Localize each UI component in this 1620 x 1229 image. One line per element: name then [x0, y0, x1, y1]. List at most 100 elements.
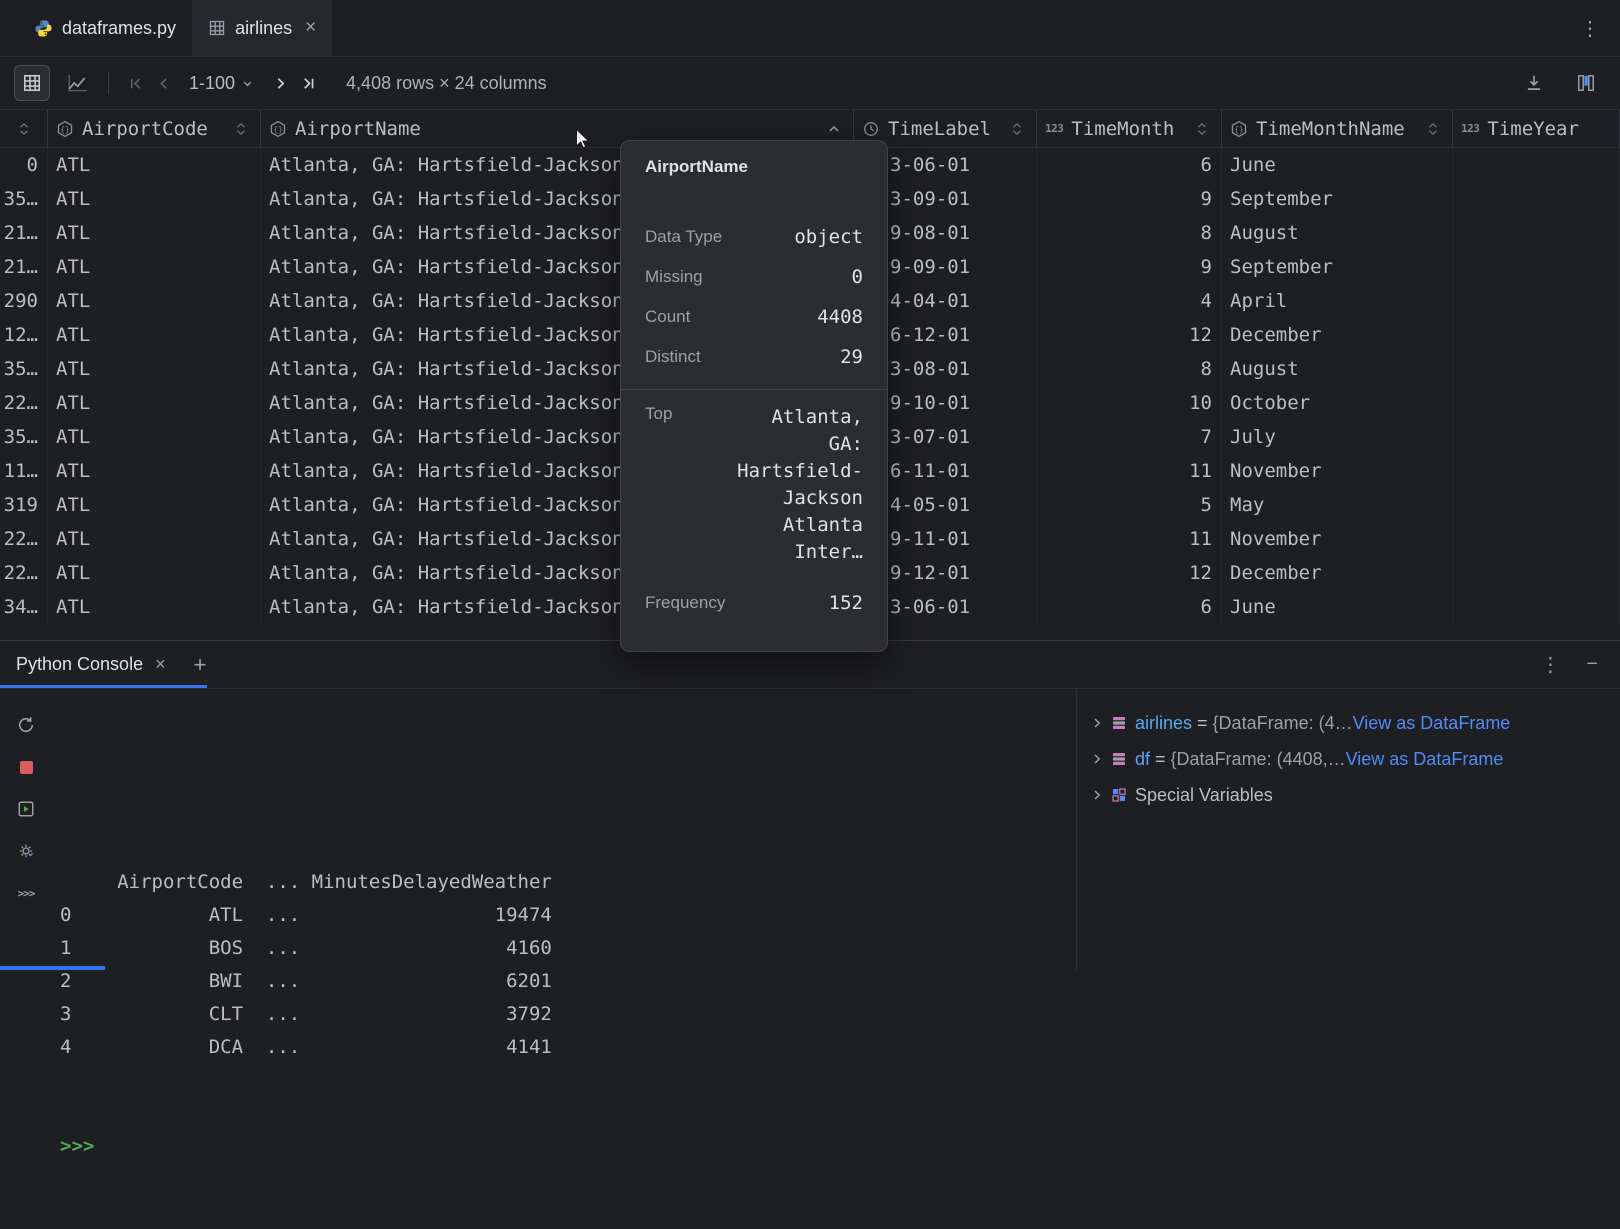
tab-airlines[interactable]: airlines [192, 0, 332, 56]
add-console-button[interactable] [194, 652, 207, 678]
cell-time-year[interactable] [1453, 318, 1620, 352]
cell-time-year[interactable] [1453, 590, 1620, 624]
cell-time-month[interactable]: 12 [1037, 318, 1222, 352]
cell-row-index[interactable]: 35… [0, 420, 48, 454]
cell-airport-code[interactable]: ATL [48, 488, 261, 522]
console-prompt[interactable]: >>> [60, 1130, 552, 1163]
expand-chevron-icon[interactable] [1089, 787, 1105, 803]
column-header-row-index[interactable] [0, 110, 48, 147]
cell-time-month-name[interactable]: August [1222, 216, 1453, 250]
cell-row-index[interactable]: 35… [0, 182, 48, 216]
cell-airport-code[interactable]: ATL [48, 556, 261, 590]
cell-time-month-name[interactable]: September [1222, 182, 1453, 216]
tab-options-kebab-icon[interactable] [1580, 16, 1600, 41]
cell-time-year[interactable] [1453, 522, 1620, 556]
cell-row-index[interactable]: 319 [0, 488, 48, 522]
cell-time-year[interactable] [1453, 420, 1620, 454]
cell-row-index[interactable]: 34… [0, 590, 48, 624]
tab-dataframes-py[interactable]: dataframes.py [18, 0, 192, 56]
cell-time-month-name[interactable]: August [1222, 352, 1453, 386]
cell-time-year[interactable] [1453, 182, 1620, 216]
prev-page-button[interactable] [149, 69, 177, 97]
cell-time-year[interactable] [1453, 352, 1620, 386]
cell-time-month[interactable]: 6 [1037, 590, 1222, 624]
cell-row-index[interactable]: 22… [0, 386, 48, 420]
cell-airport-code[interactable]: ATL [48, 148, 261, 182]
export-download-button[interactable] [1516, 65, 1552, 101]
cell-row-index[interactable]: 35… [0, 352, 48, 386]
cell-row-index[interactable]: 0 [0, 148, 48, 182]
cell-row-index[interactable]: 290 [0, 284, 48, 318]
chart-view-button[interactable] [60, 65, 96, 101]
cell-time-year[interactable] [1453, 250, 1620, 284]
last-page-button[interactable] [294, 69, 322, 97]
scroll-to-end-button[interactable] [12, 879, 40, 907]
cell-airport-code[interactable]: ATL [48, 284, 261, 318]
cell-time-year[interactable] [1453, 284, 1620, 318]
cell-airport-code[interactable]: ATL [48, 420, 261, 454]
cell-row-index[interactable]: 22… [0, 556, 48, 590]
cell-time-month-name[interactable]: December [1222, 556, 1453, 590]
cell-time-year[interactable] [1453, 488, 1620, 522]
cell-airport-code[interactable]: ATL [48, 216, 261, 250]
cell-time-year[interactable] [1453, 216, 1620, 250]
cell-row-index[interactable]: 12… [0, 318, 48, 352]
cell-time-month[interactable]: 8 [1037, 216, 1222, 250]
cell-time-month[interactable]: 11 [1037, 522, 1222, 556]
cell-row-index[interactable]: 11… [0, 454, 48, 488]
cell-time-month-name[interactable]: May [1222, 488, 1453, 522]
cell-time-month-name[interactable]: October [1222, 386, 1453, 420]
cell-time-year[interactable] [1453, 556, 1620, 590]
cell-time-month-name[interactable]: July [1222, 420, 1453, 454]
cell-time-month[interactable]: 5 [1037, 488, 1222, 522]
cell-airport-code[interactable]: ATL [48, 250, 261, 284]
expand-chevron-icon[interactable] [1089, 751, 1105, 767]
grid-view-button[interactable] [14, 65, 50, 101]
view-as-dataframe-link[interactable]: View as DataFrame [1353, 713, 1511, 734]
cell-time-month-name[interactable]: November [1222, 454, 1453, 488]
cell-airport-code[interactable]: ATL [48, 318, 261, 352]
cell-airport-code[interactable]: ATL [48, 182, 261, 216]
cell-row-index[interactable]: 21… [0, 216, 48, 250]
cell-time-month-name[interactable]: April [1222, 284, 1453, 318]
next-page-button[interactable] [266, 69, 294, 97]
cell-airport-code[interactable]: ATL [48, 522, 261, 556]
page-range-dropdown[interactable]: 1-100 [183, 73, 260, 94]
cell-time-month[interactable]: 11 [1037, 454, 1222, 488]
expand-chevron-icon[interactable] [1089, 715, 1105, 731]
minimize-panel-icon[interactable] [1586, 653, 1598, 676]
cell-time-year[interactable] [1453, 454, 1620, 488]
cell-row-index[interactable]: 22… [0, 522, 48, 556]
close-console-icon[interactable] [155, 654, 166, 675]
cell-time-month[interactable]: 9 [1037, 250, 1222, 284]
console-settings-button[interactable] [12, 837, 40, 865]
cell-time-month-name[interactable]: June [1222, 590, 1453, 624]
cell-time-month[interactable]: 4 [1037, 284, 1222, 318]
cell-time-month[interactable]: 12 [1037, 556, 1222, 590]
cell-time-month-name[interactable]: November [1222, 522, 1453, 556]
first-page-button[interactable] [121, 69, 149, 97]
view-as-dataframe-link[interactable]: View as DataFrame [1346, 749, 1504, 770]
console-tab[interactable]: Python Console [16, 654, 155, 675]
column-header-timemonthname[interactable]: {} TimeMonthName [1222, 110, 1453, 147]
cell-airport-code[interactable]: ATL [48, 590, 261, 624]
cell-time-month[interactable]: 6 [1037, 148, 1222, 182]
console-options-kebab-icon[interactable] [1540, 652, 1560, 677]
cell-airport-code[interactable]: ATL [48, 454, 261, 488]
variable-row[interactable]: airlines = {DataFrame: (4…View as DataFr… [1077, 705, 1620, 741]
cell-time-month-name[interactable]: December [1222, 318, 1453, 352]
execute-command-button[interactable] [12, 795, 40, 823]
column-header-timeyear[interactable]: TimeYear [1453, 110, 1620, 147]
special-variables-row[interactable]: Special Variables [1077, 777, 1620, 813]
rerun-button[interactable] [12, 711, 40, 739]
column-settings-button[interactable] [1568, 65, 1604, 101]
cell-time-month-name[interactable]: June [1222, 148, 1453, 182]
column-header-airportcode[interactable]: {} AirportCode [48, 110, 261, 147]
cell-time-year[interactable] [1453, 148, 1620, 182]
cell-time-year[interactable] [1453, 386, 1620, 420]
cell-time-month[interactable]: 8 [1037, 352, 1222, 386]
cell-time-month-name[interactable]: September [1222, 250, 1453, 284]
cell-time-month[interactable]: 10 [1037, 386, 1222, 420]
close-tab-icon[interactable] [305, 17, 316, 39]
cell-airport-code[interactable]: ATL [48, 352, 261, 386]
